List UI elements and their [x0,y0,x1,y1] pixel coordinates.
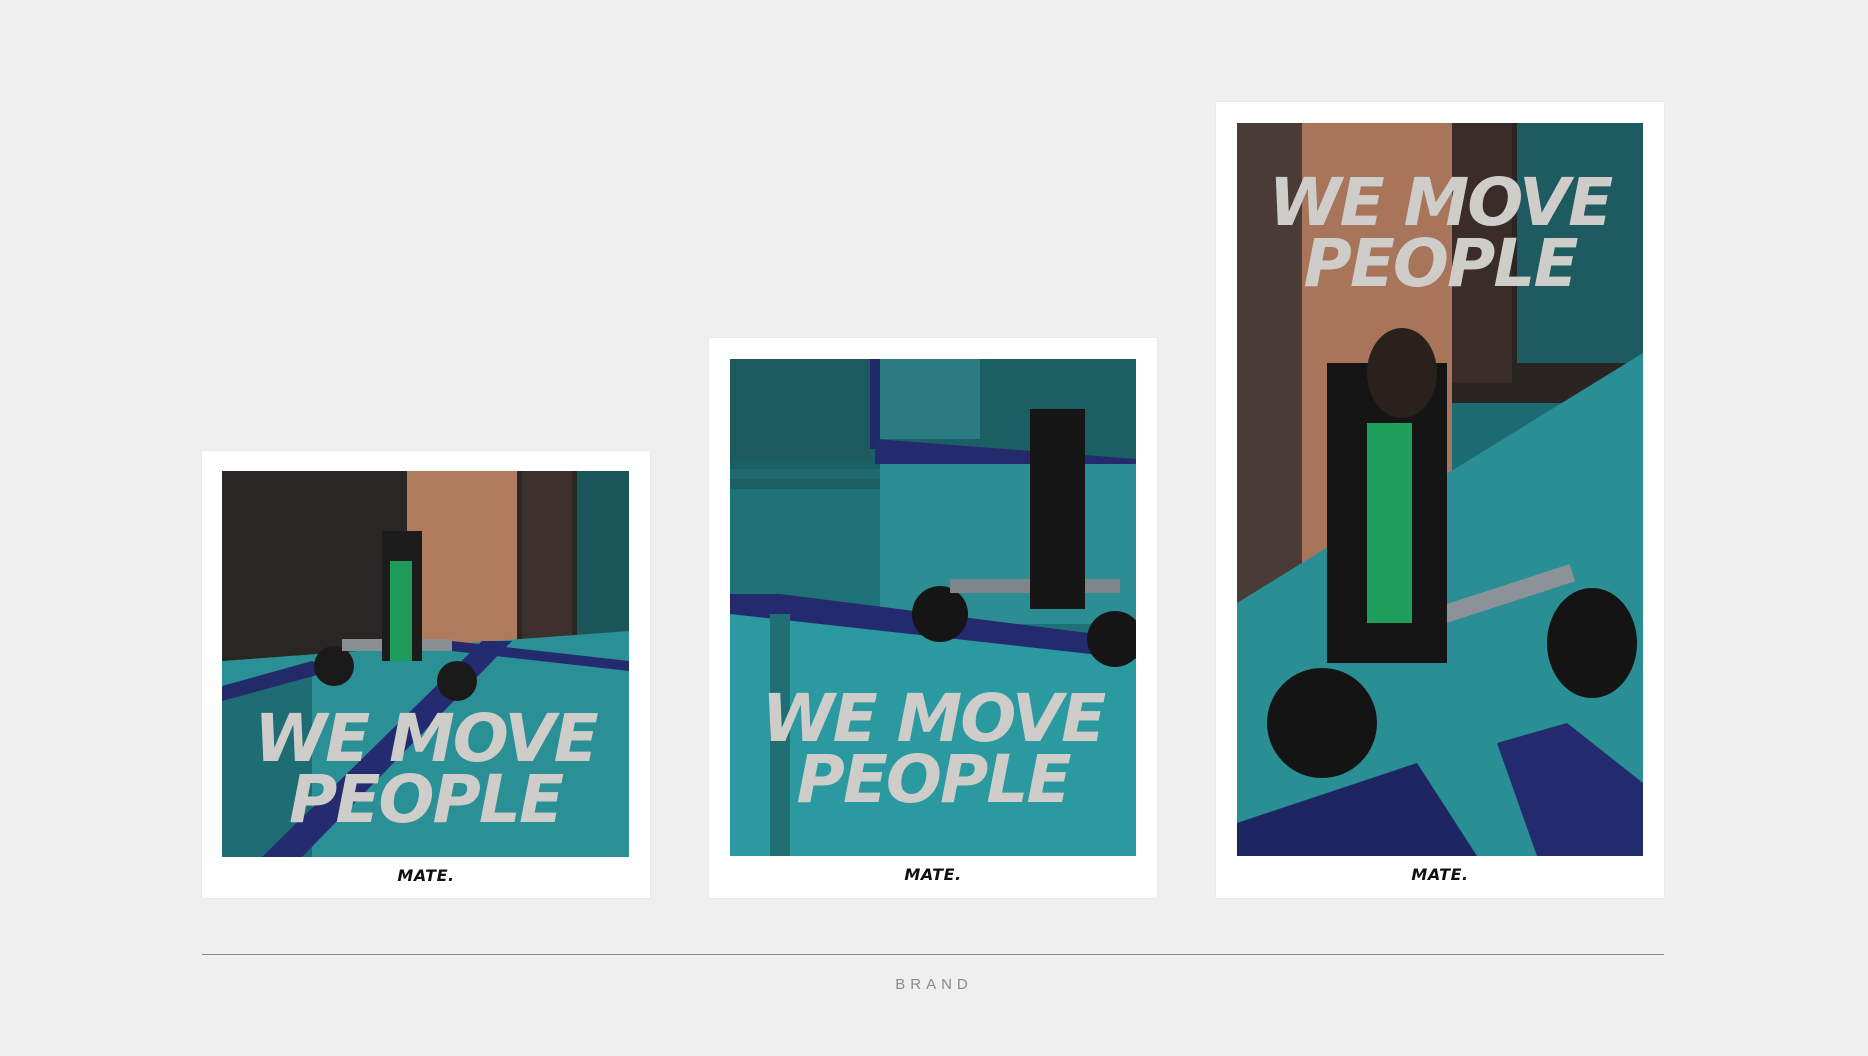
poster-headline: WE MOVE PEOPLE [222,706,629,838]
poster-card-portrait: WE MOVE PEOPLE MATE. [709,338,1157,898]
footer-divider [202,954,1664,955]
brand-logo: MATE. [397,866,455,885]
poster-card-square: WE MOVE PEOPLE MATE. [202,451,650,898]
poster-headline: WE MOVE PEOPLE [1237,170,1643,302]
poster-photo: WE MOVE PEOPLE [730,359,1136,856]
poster-card-story: WE MOVE PEOPLE MATE. [1216,102,1664,898]
brand-logo: MATE. [1411,865,1469,884]
poster-photo: WE MOVE PEOPLE [1237,123,1643,856]
headline-line-2: PEOPLE [1303,224,1578,302]
headline-line-2: PEOPLE [796,740,1071,818]
poster-headline: WE MOVE PEOPLE [730,686,1136,818]
brand-logo: MATE. [904,865,962,884]
footer-label: BRAND [895,976,973,993]
headline-line-2: PEOPLE [288,760,564,838]
poster-photo: WE MOVE PEOPLE [222,471,629,857]
